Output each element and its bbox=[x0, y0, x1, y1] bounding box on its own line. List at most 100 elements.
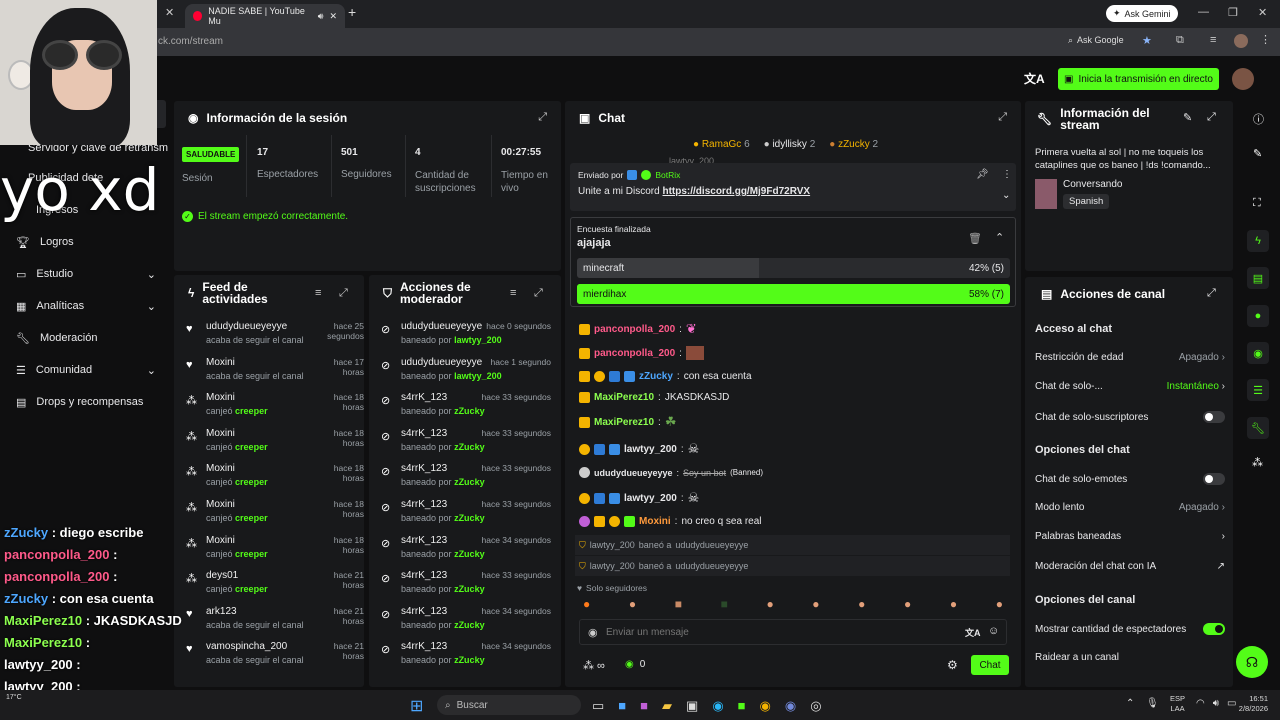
mod-action-row[interactable]: ⊘ s4rrK_123 baneado por zZucky hace 34 segu… bbox=[379, 533, 551, 567]
profile-avatar[interactable] bbox=[1234, 34, 1248, 48]
chat-bubble-icon[interactable]: ● bbox=[1247, 305, 1269, 327]
popout-icon[interactable]: ⤢ bbox=[998, 111, 1007, 124]
chatter-avatar-icon[interactable]: ■ bbox=[721, 597, 728, 613]
translate-icon[interactable]: 文A bbox=[1024, 70, 1045, 87]
chat-message[interactable]: zZucky: con esa cuenta bbox=[579, 371, 752, 382]
feed-row[interactable]: ⁂ Moxini canjeó creeper hace 18 horas bbox=[184, 497, 364, 531]
mod-action-row[interactable]: ⊘ s4rrK_123 baneado por zZucky hace 33 segu… bbox=[379, 390, 551, 424]
speaker-icon[interactable]: 🔊︎ bbox=[318, 11, 324, 22]
raid-row[interactable]: Raidear a un canal bbox=[1035, 652, 1225, 663]
feed-row[interactable]: ♥ ark123 acaba de seguir el canal hace 21 … bbox=[184, 604, 364, 638]
chat-message[interactable]: panconpolla_200: ❦ bbox=[579, 321, 697, 337]
system-tray[interactable]: ◠ 🔊︎ ▭ bbox=[1196, 698, 1237, 709]
feed-row[interactable]: ⁂ deys01 canjeó creeper hace 21 horas bbox=[184, 568, 364, 602]
edge-icon[interactable]: ◉ bbox=[712, 698, 723, 714]
discord-icon[interactable]: ◉ bbox=[785, 698, 796, 714]
chatter-avatar-icon[interactable]: ● bbox=[766, 597, 773, 613]
obs-icon[interactable]: ◎ bbox=[810, 698, 821, 714]
windows-start-icon[interactable]: ⊞ bbox=[410, 696, 423, 716]
filter-icon[interactable]: ≡ bbox=[315, 287, 321, 299]
chat-message[interactable]: MaxiPerez10: ☘ bbox=[579, 414, 676, 430]
browser-tab[interactable]: NADIE SABE | YouTube Mu 🔊︎ ✕ bbox=[185, 4, 345, 28]
mod-action-row[interactable]: ⊘ s4rrK_123 baneado por zZucky hace 33 segu… bbox=[379, 568, 551, 602]
broadcast-icon[interactable]: ◉ bbox=[1247, 342, 1269, 364]
chatter-avatar-icon[interactable]: ● bbox=[583, 597, 590, 613]
chat-message[interactable]: lawtyy_200: ☠ bbox=[579, 490, 699, 506]
menu-icon[interactable]: ⋮ bbox=[1260, 33, 1271, 46]
discord-link[interactable]: https://discord.gg/Mj9Fd72RVX bbox=[662, 186, 810, 197]
fullscreen-icon[interactable]: ⛶ bbox=[1253, 197, 1261, 210]
subs-only-row[interactable]: Chat de solo-suscriptores bbox=[1035, 411, 1225, 423]
banned-words-row[interactable]: Palabras baneadas › bbox=[1035, 531, 1225, 542]
wrench-icon[interactable]: 🔧︎ bbox=[1247, 417, 1269, 439]
slow-mode-row[interactable]: Modo lento Apagado › bbox=[1035, 502, 1225, 513]
show-viewers-row[interactable]: Mostrar cantidad de espectadores bbox=[1035, 623, 1225, 635]
sidebar-item-studio[interactable]: ▭ Estudio ⌄ bbox=[16, 264, 156, 284]
sidebar-item-analytics[interactable]: ▦ Analíticas ⌄ bbox=[16, 296, 156, 316]
show-viewers-toggle[interactable] bbox=[1203, 623, 1225, 635]
feed-row[interactable]: ⁂ Moxini canjeó creeper hace 18 horas bbox=[184, 461, 364, 495]
feed-row[interactable]: ♥ vamospincha_200 acaba de seguir el canal… bbox=[184, 639, 364, 673]
media-icon[interactable]: ≡ bbox=[1210, 34, 1216, 46]
app-icon[interactable]: ■ bbox=[640, 698, 648, 714]
tray-chevron-icon[interactable]: ⌃ bbox=[1126, 698, 1134, 709]
chrome-icon[interactable]: ◉ bbox=[760, 698, 771, 714]
new-tab-icon[interactable]: + bbox=[348, 4, 356, 20]
chat-message[interactable]: lawtyy_200: ☠ bbox=[579, 441, 699, 457]
language-indicator[interactable]: ESP LAA bbox=[1170, 694, 1185, 714]
gifter[interactable]: ● idyllisky 2 bbox=[764, 139, 816, 150]
folder-icon[interactable]: ▰ bbox=[662, 698, 672, 714]
mod-action-row[interactable]: ⊘ s4rrK_123 baneado por zZucky hace 34 segu… bbox=[379, 639, 551, 673]
followers-only-row[interactable]: Chat de solo-... Instantáneo › bbox=[1035, 381, 1225, 392]
feed-row[interactable]: ♥ ududydueueyeyye acaba de seguir el canal… bbox=[184, 319, 364, 353]
mod-action-row[interactable]: ⊘ s4rrK_123 baneado por zZucky hace 33 segu… bbox=[379, 426, 551, 460]
emotes-only-toggle[interactable] bbox=[1203, 473, 1225, 485]
ask-gemini-button[interactable]: ✦ Ask Gemini bbox=[1106, 5, 1178, 22]
go-live-button[interactable]: ▣ Inicia la transmisión en directo bbox=[1058, 68, 1219, 90]
close-tab-icon[interactable]: ✕ bbox=[165, 6, 174, 19]
pin-icon[interactable]: 📌︎ bbox=[976, 169, 989, 180]
users-icon[interactable]: ⁂ bbox=[1252, 456, 1263, 469]
edit-icon[interactable]: ✎ bbox=[1183, 111, 1192, 124]
info-icon[interactable]: ⓘ bbox=[1253, 111, 1264, 127]
settings-icon[interactable]: ⚙ bbox=[947, 658, 958, 672]
chevron-down-icon[interactable]: ⌄ bbox=[1002, 190, 1010, 201]
chevron-up-icon[interactable]: ⌃ bbox=[995, 231, 1004, 244]
minecraft-icon[interactable]: ■ bbox=[738, 698, 746, 714]
chatter-avatar-icon[interactable]: ● bbox=[858, 597, 865, 613]
chat-message[interactable]: Moxini: no creo q sea real bbox=[579, 516, 762, 527]
translate-icon[interactable]: 文A bbox=[965, 626, 981, 639]
user-avatar[interactable] bbox=[1232, 68, 1254, 90]
popout-icon[interactable]: ⤢ bbox=[339, 287, 348, 300]
star-icon[interactable]: ★ bbox=[1142, 34, 1152, 47]
chat-message[interactable]: panconpolla_200: bbox=[579, 346, 704, 360]
feed-row[interactable]: ⁂ Moxini canjeó creeper hace 18 horas bbox=[184, 390, 364, 424]
app-icon[interactable]: ■ bbox=[618, 698, 626, 714]
chat-message[interactable]: MaxiPerez10: JKASDKASJD bbox=[579, 392, 729, 403]
ask-google-button[interactable]: ⌕ Ask Google bbox=[1068, 35, 1124, 46]
mod-action-row[interactable]: ⊘ ududydueueyeyye baneado por lawtyy_200 ha… bbox=[379, 355, 551, 389]
sidebar-item-achievements[interactable]: 🏆︎ Logros bbox=[16, 232, 74, 252]
store-icon[interactable]: ▣ bbox=[686, 698, 698, 714]
filter-icon[interactable]: ≡ bbox=[510, 287, 516, 299]
chatter-avatar-icon[interactable]: ● bbox=[904, 597, 911, 613]
taskbar-search[interactable]: ⌕ Buscar bbox=[437, 695, 581, 715]
document-icon[interactable]: ▤ bbox=[1247, 267, 1269, 289]
chatter-avatar-icon[interactable]: ● bbox=[950, 597, 957, 613]
chatter-avatar-icon[interactable]: ● bbox=[996, 597, 1003, 613]
maximize-icon[interactable]: ❐ bbox=[1228, 6, 1238, 19]
bolt-icon[interactable]: ϟ bbox=[1247, 230, 1269, 252]
chatter-avatar-icon[interactable]: ● bbox=[812, 597, 819, 613]
popout-icon[interactable]: ⤢ bbox=[1207, 111, 1216, 124]
mod-action-row[interactable]: ⊘ s4rrK_123 baneado por zZucky hace 34 segu… bbox=[379, 604, 551, 638]
popout-icon[interactable]: ⤢ bbox=[1207, 287, 1216, 300]
trash-icon[interactable]: 🗑︎ bbox=[968, 232, 982, 245]
feed-row[interactable]: ♥ Moxini acaba de seguir el canal hace 17 … bbox=[184, 355, 364, 389]
send-chat-button[interactable]: Chat bbox=[971, 655, 1009, 675]
points-counter[interactable]: ◉ 0 bbox=[625, 659, 645, 670]
task-view-icon[interactable]: ▭ bbox=[592, 698, 604, 714]
feed-row[interactable]: ⁂ Moxini canjeó creeper hace 18 horas bbox=[184, 533, 364, 567]
age-restriction-row[interactable]: Restricción de edad Apagado › bbox=[1035, 352, 1225, 363]
chat-message[interactable]: ududydueueyeyye: Soy un bot (Banned) bbox=[579, 467, 763, 478]
support-button[interactable]: ☊ bbox=[1236, 646, 1268, 678]
